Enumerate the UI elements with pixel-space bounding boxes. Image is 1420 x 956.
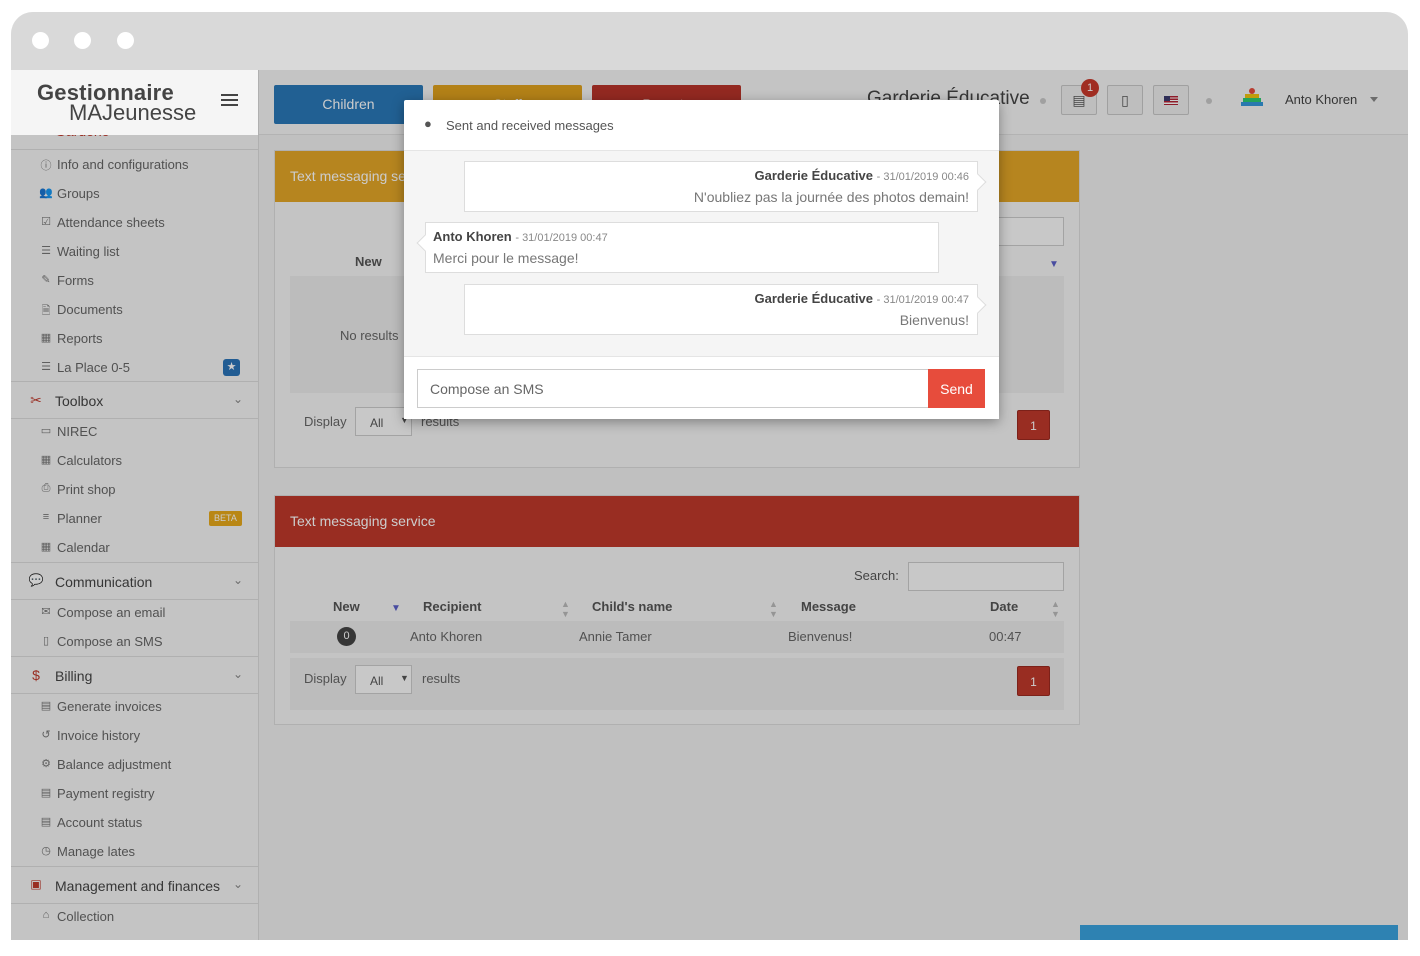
hamburger-menu-icon[interactable] (221, 94, 238, 108)
app-area: Gestionnaire MAJeunesse ▲ Garderie ⓘInfo… (11, 70, 1408, 940)
brand-logo[interactable]: Gestionnaire MAJeunesse (11, 70, 258, 135)
sms-compose-input[interactable] (417, 369, 929, 408)
message-sender: Garderie Éducative (754, 291, 874, 306)
bubble-tail (969, 296, 987, 314)
messages-modal: ● Sent and received messages Garderie Éd… (404, 100, 999, 419)
message-header: Garderie Éducative - 31/01/2019 00:47 (755, 291, 969, 306)
message-text: Merci pour le message! (433, 250, 579, 266)
message-time: - 31/01/2019 00:47 (515, 232, 608, 244)
message-sender: Garderie Éducative (754, 168, 874, 183)
window-maximize-dot[interactable] (117, 32, 134, 49)
modal-header: ● Sent and received messages (404, 100, 999, 151)
message-header: Garderie Éducative - 31/01/2019 00:46 (755, 168, 969, 183)
bubble-tail (416, 234, 434, 252)
comment-icon: ● (424, 116, 432, 131)
send-button[interactable]: Send (928, 369, 985, 408)
modal-footer: Send (404, 356, 999, 419)
message-time: - 31/01/2019 00:47 (876, 294, 969, 306)
modal-title: Sent and received messages (446, 118, 614, 133)
window-titlebar (11, 12, 1408, 70)
message-bubble: Anto Khoren - 31/01/2019 00:47 Merci pou… (416, 222, 939, 273)
brand-line2: MAJeunesse (69, 100, 197, 125)
bubble-tail (969, 173, 987, 191)
window-minimize-dot[interactable] (74, 32, 91, 49)
message-bubble: Garderie Éducative - 31/01/2019 00:47 Bi… (464, 284, 987, 335)
browser-window: Gestionnaire MAJeunesse ▲ Garderie ⓘInfo… (11, 12, 1408, 940)
window-close-dot[interactable] (32, 32, 49, 49)
message-header: Anto Khoren - 31/01/2019 00:47 (433, 229, 608, 244)
message-text: N'oubliez pas la journée des photos dema… (693, 189, 969, 205)
message-sender: Anto Khoren (433, 229, 512, 244)
message-bubble: Garderie Éducative - 31/01/2019 00:46 N'… (464, 161, 987, 212)
message-time: - 31/01/2019 00:46 (876, 171, 969, 183)
message-thread: Garderie Éducative - 31/01/2019 00:46 N'… (404, 151, 999, 356)
message-text: Bienvenus! (899, 312, 969, 328)
